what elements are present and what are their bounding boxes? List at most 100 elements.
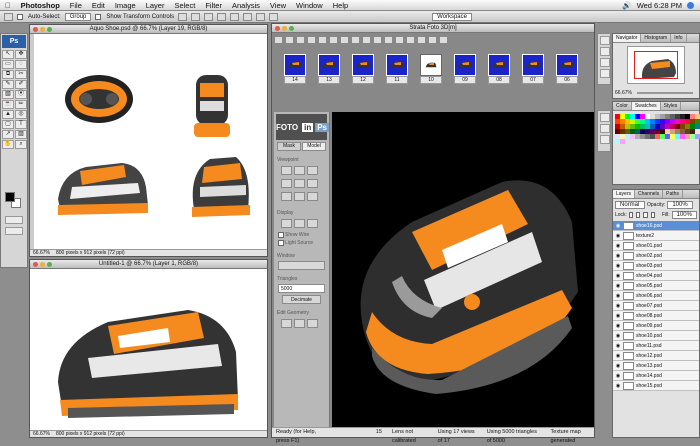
tool-10-icon[interactable]: ☕ bbox=[2, 100, 14, 109]
dock-history-icon[interactable] bbox=[600, 36, 610, 45]
tab-channels[interactable]: Channels bbox=[635, 190, 664, 198]
save-icon[interactable] bbox=[285, 36, 294, 44]
move-tool-icon[interactable] bbox=[4, 12, 13, 21]
view-thumbnail[interactable]: 13 bbox=[318, 54, 340, 84]
eye-icon[interactable]: ◉ bbox=[615, 293, 621, 299]
opacity-input[interactable]: 100% bbox=[667, 201, 693, 209]
tool-7-icon[interactable]: ✐ bbox=[15, 80, 27, 89]
dock-info-icon[interactable] bbox=[600, 58, 610, 67]
document-1-zoom[interactable]: 66.67% bbox=[33, 250, 50, 256]
wand-icon[interactable] bbox=[384, 36, 393, 44]
ps-logo[interactable]: Ps bbox=[2, 35, 26, 48]
geometry-smooth-icon[interactable] bbox=[294, 319, 305, 328]
tab-info[interactable]: Info bbox=[671, 34, 687, 42]
tab-styles[interactable]: Styles bbox=[661, 102, 682, 110]
view-thumbnail[interactable]: 12 bbox=[352, 54, 374, 84]
menu-file[interactable]: File bbox=[65, 1, 87, 10]
tab-layers[interactable]: Layers bbox=[613, 190, 636, 198]
layer-row[interactable]: ◉ shoe16.psd bbox=[613, 221, 699, 231]
navigator-zoom[interactable]: 66.67% bbox=[615, 90, 632, 96]
layer-row[interactable]: ◉ shoe01.psd bbox=[613, 241, 699, 251]
geometry-fill-icon[interactable] bbox=[307, 319, 318, 328]
geometry-cut-icon[interactable] bbox=[281, 319, 292, 328]
open-icon[interactable] bbox=[274, 36, 283, 44]
dock-character-icon[interactable] bbox=[600, 135, 610, 144]
layer-row[interactable]: ◉ shoe09.psd bbox=[613, 321, 699, 331]
decimate-button[interactable]: Decimate bbox=[282, 295, 321, 304]
menu-layer[interactable]: Layer bbox=[141, 1, 170, 10]
dock-tool-presets-icon[interactable] bbox=[600, 69, 610, 78]
view-thumbnail[interactable]: 07 bbox=[522, 54, 544, 84]
menu-window[interactable]: Window bbox=[291, 1, 328, 10]
brush-icon[interactable] bbox=[362, 36, 371, 44]
zoom-icon[interactable] bbox=[289, 26, 294, 31]
minimize-icon[interactable] bbox=[40, 27, 45, 32]
layer-row[interactable]: ◉ shoe02.psd bbox=[613, 251, 699, 261]
blend-mode-dropdown[interactable]: Normal bbox=[615, 201, 645, 209]
eye-icon[interactable]: ◉ bbox=[615, 273, 621, 279]
foreground-color[interactable] bbox=[5, 192, 15, 202]
eye-icon[interactable]: ◉ bbox=[615, 383, 621, 389]
tool-3-icon[interactable]: ◌ bbox=[15, 60, 27, 69]
tool-15-icon[interactable]: T bbox=[15, 120, 27, 129]
strata-titlebar[interactable]: Strata Foto 3D[m] bbox=[272, 24, 594, 33]
view-thumbnail[interactable]: 11 bbox=[386, 54, 408, 84]
clock[interactable]: Wed 6:28 PM bbox=[637, 1, 682, 10]
eye-icon[interactable]: ◉ bbox=[615, 263, 621, 269]
view-thumbnail[interactable]: 06 bbox=[556, 54, 578, 84]
tab-model[interactable]: Model bbox=[302, 142, 326, 151]
tool-12-icon[interactable]: ▲ bbox=[2, 110, 14, 119]
redo-icon[interactable] bbox=[307, 36, 316, 44]
tab-swatches[interactable]: Swatches bbox=[631, 102, 661, 110]
lock-image-icon[interactable] bbox=[636, 212, 641, 218]
tool-5-icon[interactable]: ✂ bbox=[15, 70, 27, 79]
eye-icon[interactable]: ◉ bbox=[615, 363, 621, 369]
dock-brushes-icon[interactable] bbox=[600, 113, 610, 122]
view-front-icon[interactable] bbox=[281, 179, 292, 188]
screen-mode-icon[interactable] bbox=[5, 227, 23, 235]
light-source-checkbox[interactable] bbox=[278, 239, 284, 246]
distribute-icon[interactable] bbox=[256, 12, 266, 21]
zoom-tool-icon[interactable] bbox=[340, 36, 349, 44]
settings-icon[interactable] bbox=[439, 36, 448, 44]
eye-icon[interactable]: ◉ bbox=[615, 283, 621, 289]
tool-16-icon[interactable]: ↗ bbox=[2, 130, 14, 139]
view-reset-icon[interactable] bbox=[281, 192, 292, 201]
align-middle-icon[interactable] bbox=[191, 12, 201, 21]
layer-row[interactable]: ◉ shoe04.psd bbox=[613, 271, 699, 281]
dock-actions-icon[interactable] bbox=[600, 47, 610, 56]
auto-select-dropdown[interactable]: Group bbox=[64, 12, 92, 21]
pan-icon[interactable] bbox=[329, 36, 338, 44]
minimize-icon[interactable] bbox=[282, 26, 287, 31]
tool-2-icon[interactable]: ▭ bbox=[2, 60, 14, 69]
align-left-icon[interactable] bbox=[217, 12, 227, 21]
3d-viewport[interactable] bbox=[332, 112, 594, 428]
align-right-icon[interactable] bbox=[243, 12, 253, 21]
menu-image[interactable]: Image bbox=[110, 1, 141, 10]
eye-icon[interactable]: ◉ bbox=[615, 303, 621, 309]
layer-row[interactable]: ◉ shoe08.psd bbox=[613, 311, 699, 321]
menu-analysis[interactable]: Analysis bbox=[227, 1, 265, 10]
menu-view[interactable]: View bbox=[265, 1, 291, 10]
eye-icon[interactable]: ◉ bbox=[615, 233, 621, 239]
rotate-icon[interactable] bbox=[318, 36, 327, 44]
mask-icon[interactable] bbox=[351, 36, 360, 44]
workspace-dropdown[interactable]: Workspace bbox=[432, 12, 472, 21]
lock-position-icon[interactable] bbox=[643, 212, 648, 218]
color-swatch[interactable] bbox=[620, 139, 625, 144]
view-fit-icon[interactable] bbox=[294, 192, 305, 201]
tab-navigator[interactable]: Navigator bbox=[613, 34, 642, 42]
show-wire-checkbox[interactable] bbox=[278, 231, 284, 238]
eye-icon[interactable]: ◉ bbox=[615, 243, 621, 249]
view-thumbnail[interactable]: 08 bbox=[488, 54, 510, 84]
eye-icon[interactable]: ◉ bbox=[615, 353, 621, 359]
display-solid-icon[interactable] bbox=[281, 219, 292, 228]
layer-row[interactable]: ◉ shoe10.psd bbox=[613, 331, 699, 341]
menu-help[interactable]: Help bbox=[328, 1, 353, 10]
lock-all-icon[interactable] bbox=[650, 212, 655, 218]
eraser-icon[interactable] bbox=[373, 36, 382, 44]
layer-row[interactable]: ◉ shoe14.psd bbox=[613, 371, 699, 381]
layer-row[interactable]: ◉ shoe03.psd bbox=[613, 261, 699, 271]
undo-icon[interactable] bbox=[296, 36, 305, 44]
minimize-icon[interactable] bbox=[40, 262, 45, 267]
